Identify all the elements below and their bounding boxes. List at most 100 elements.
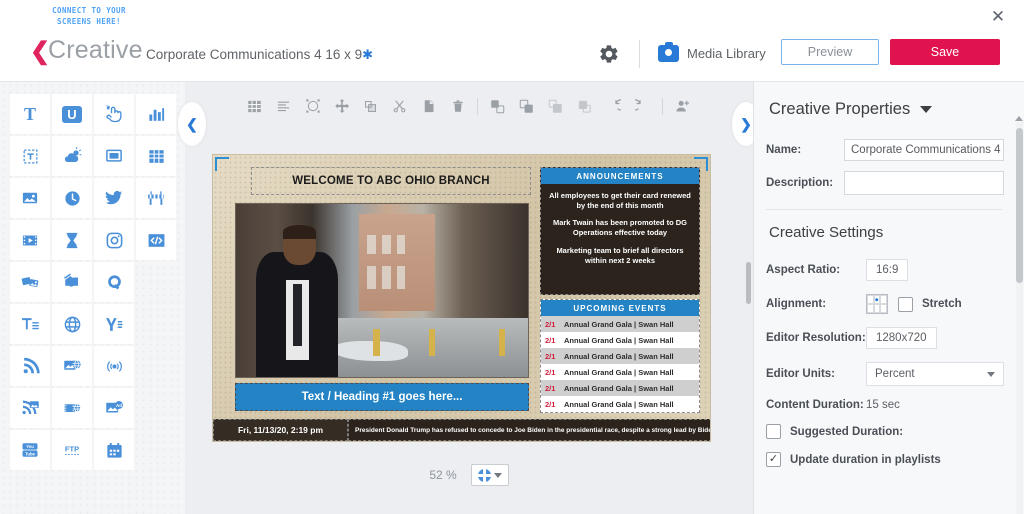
text-tool[interactable]: T — [10, 94, 50, 134]
announcements-title: ANNOUNCEMENTS — [541, 168, 699, 184]
align-lines-button[interactable] — [269, 92, 298, 121]
update-duration-row: Update duration in playlists — [766, 452, 1004, 467]
welcome-text-widget[interactable]: WELCOME TO ABC OHIO BRANCH — [251, 167, 531, 195]
countdown-tool[interactable] — [52, 220, 92, 260]
yammer-tool[interactable] — [94, 304, 134, 344]
panel-scrollbar-thumb[interactable] — [1016, 128, 1023, 283]
delete-button[interactable] — [443, 92, 472, 121]
heading-text: Text / Heading #1 goes here... — [301, 391, 463, 403]
web-image-tool[interactable] — [52, 346, 92, 386]
collapse-left-panel-button[interactable]: ❮ — [178, 102, 206, 146]
text-area-tool[interactable] — [10, 136, 50, 176]
properties-panel-header[interactable]: Creative Properties — [769, 100, 1004, 119]
html-embed-tool[interactable] — [136, 220, 176, 260]
photo-widget[interactable] — [235, 203, 529, 378]
twitter-tool[interactable] — [94, 178, 134, 218]
event-date: 2/1 — [545, 399, 556, 409]
add-user-button[interactable] — [668, 92, 697, 121]
name-input[interactable]: Corporate Communications 4 16 ... — [844, 139, 1004, 161]
heading-text-widget[interactable]: Text / Heading #1 goes here... — [235, 383, 529, 411]
announcements-widget[interactable]: ANNOUNCEMENTS All employees to get their… — [540, 167, 700, 295]
video-tool[interactable] — [10, 220, 50, 260]
close-icon[interactable]: ✕ — [986, 4, 1010, 28]
underline-tool[interactable]: U — [52, 94, 92, 134]
align-cell[interactable] — [880, 304, 887, 313]
bring-to-front-button[interactable] — [483, 92, 512, 121]
ftp-tool[interactable]: FTP — [52, 430, 92, 470]
gallery-tool[interactable] — [52, 262, 92, 302]
gear-icon[interactable] — [598, 43, 620, 65]
streaming-tool[interactable] — [94, 346, 134, 386]
cut-button[interactable] — [385, 92, 414, 121]
align-cell[interactable] — [867, 304, 874, 313]
media-library-button[interactable]: Media Library — [658, 41, 766, 64]
bring-forward-button[interactable] — [512, 92, 541, 121]
photo-window — [396, 235, 406, 255]
screen-tool[interactable] — [94, 136, 134, 176]
image-tool[interactable] — [10, 178, 50, 218]
grid-toggle-button[interactable] — [240, 92, 269, 121]
save-button[interactable]: Save — [890, 39, 1000, 65]
upcoming-events-widget[interactable]: UPCOMING EVENTS 2/1 Annual Grand Gala | … — [540, 299, 700, 413]
description-label: Description: — [766, 177, 834, 189]
selection-handle-tl[interactable] — [215, 157, 229, 171]
align-cell[interactable] — [867, 295, 874, 304]
instagram-tool[interactable] — [94, 220, 134, 260]
description-input[interactable] — [844, 171, 1004, 195]
send-backward-button[interactable] — [541, 92, 570, 121]
rss-tool[interactable] — [10, 346, 50, 386]
update-duration-checkbox[interactable] — [766, 452, 781, 467]
chart-tool[interactable] — [136, 94, 176, 134]
aspect-ratio-value[interactable]: 16:9 — [866, 259, 909, 281]
touch-interactive-tool[interactable] — [94, 94, 134, 134]
clock-tool[interactable] — [52, 178, 92, 218]
redo-button[interactable] — [628, 92, 657, 121]
align-cell[interactable] — [880, 295, 887, 304]
zoom-select-button[interactable] — [470, 464, 509, 486]
web-page-tool[interactable] — [52, 304, 92, 344]
stretch-checkbox[interactable] — [898, 296, 913, 312]
weather-tool[interactable] — [52, 136, 92, 176]
web-video-tool[interactable] — [52, 388, 92, 428]
modified-marker-icon: ✱ — [362, 47, 374, 62]
copy-button[interactable] — [414, 92, 443, 121]
stage-bottom-strip: Fri, 11/13/20, 2:19 pm President Donald … — [213, 419, 710, 441]
qmatic-tool[interactable] — [94, 262, 134, 302]
event-row: 2/1 Annual Grand Gala | Swan Hall — [541, 396, 699, 412]
rich-text-tool[interactable] — [10, 304, 50, 344]
alignment-label: Alignment: — [766, 298, 827, 310]
rss-ticker-tool[interactable] — [10, 388, 50, 428]
calendar-tool[interactable] — [94, 430, 134, 470]
table-tool[interactable] — [136, 136, 176, 176]
align-cell[interactable] — [873, 304, 881, 313]
editor-resolution-value[interactable]: 1280x720 — [866, 327, 937, 349]
editor-units-select[interactable]: Percent — [866, 362, 1004, 386]
chevron-down-icon[interactable] — [920, 106, 933, 113]
youtube-tool[interactable]: You Tube — [10, 430, 50, 470]
fit-selection-button[interactable] — [298, 92, 327, 121]
canvas-scrollbar-thumb[interactable] — [746, 262, 751, 304]
signage-stage[interactable]: WELCOME TO ABC OHIO BRANCH Text / Headin… — [212, 154, 711, 442]
event-row: 2/1 Annual Grand Gala | Swan Hall — [541, 348, 699, 364]
alignment-grid-icon[interactable] — [866, 294, 888, 314]
photo-window — [396, 266, 406, 289]
slideshow-tool[interactable] — [10, 262, 50, 302]
ad-image-tool[interactable]: Ad — [94, 388, 134, 428]
panel-scroll-up-arrow[interactable] — [1015, 116, 1023, 121]
event-date: 2/1 — [545, 335, 556, 345]
suggested-duration-checkbox[interactable] — [766, 424, 781, 439]
scoreboard-tool[interactable] — [136, 178, 176, 218]
duplicate-button[interactable] — [356, 92, 385, 121]
send-to-back-button[interactable] — [570, 92, 599, 121]
news-ticker-widget[interactable]: President Donald Trump has refused to co… — [348, 419, 710, 441]
zoom-controls: 52 % — [185, 464, 753, 486]
move-button[interactable] — [327, 92, 356, 121]
undo-button[interactable] — [599, 92, 628, 121]
align-cell-selected[interactable] — [873, 295, 881, 304]
photo-building — [358, 214, 435, 312]
content-duration-row: Content Duration: 15 sec — [766, 399, 1004, 411]
preview-button[interactable]: Preview — [781, 39, 879, 65]
clock-widget[interactable]: Fri, 11/13/20, 2:19 pm — [213, 419, 348, 441]
photo-window — [367, 266, 377, 289]
svg-text:Ad: Ad — [116, 403, 122, 408]
